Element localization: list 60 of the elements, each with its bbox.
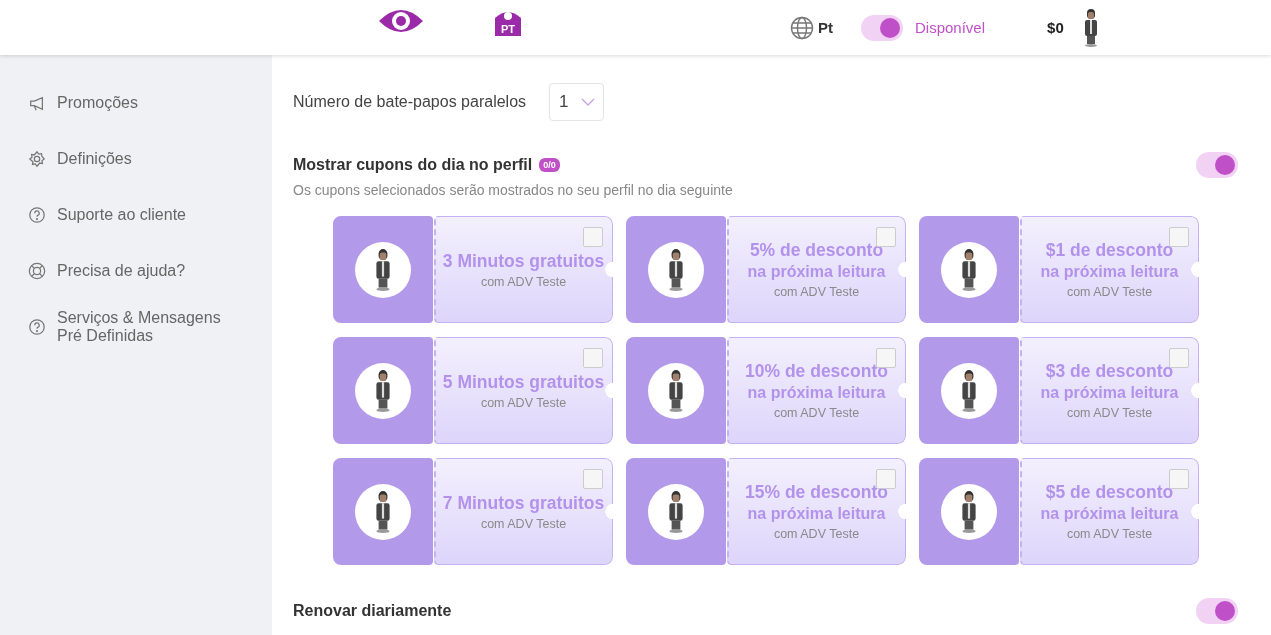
count-badge: 0/0 xyxy=(539,158,560,172)
coupon-card[interactable]: 15% de desconto na próxima leitura com ADV Teste xyxy=(726,458,906,565)
chevron-down-icon xyxy=(580,98,595,106)
toggle-switch[interactable] xyxy=(1196,598,1238,624)
balance-label: $0 xyxy=(1047,19,1064,36)
checkbox[interactable] xyxy=(582,469,603,489)
megaphone-icon xyxy=(28,94,46,112)
coupon-detail: na próxima leitura xyxy=(1040,383,1179,403)
sidebar-item[interactable]: Suporte ao cliente xyxy=(0,187,272,243)
coupon-detail: na próxima leitura xyxy=(747,262,886,282)
coupon-subtitle: com ADV Teste xyxy=(480,274,567,289)
coupon-card[interactable]: 5 Minutos gratuitos com ADV Teste xyxy=(433,337,613,444)
coupon-title: 7 Minutos gratuitos xyxy=(442,492,605,514)
coupon-card[interactable]: $5 de desconto na próxima leitura com ADV Teste xyxy=(1019,458,1199,565)
coupon-title: 10% de desconto xyxy=(745,361,888,382)
coupon-detail: na próxima leitura xyxy=(747,504,886,524)
toggle-switch[interactable] xyxy=(1196,152,1238,178)
checkbox[interactable] xyxy=(582,227,603,247)
coupon-title: $3 de desconto xyxy=(1045,361,1174,382)
coupon-card[interactable]: 3 Minutos gratuitos com ADV Teste xyxy=(433,216,613,323)
coupon-card[interactable]: 5% de desconto na próxima leitura com ADV Teste xyxy=(726,216,906,323)
coupon-detail: na próxima leitura xyxy=(747,383,886,403)
sidebar-item[interactable]: Precisa de ajuda? xyxy=(0,243,272,299)
help-icon xyxy=(28,206,46,224)
help-icon xyxy=(28,318,46,336)
sidebar-item[interactable]: Promoções xyxy=(0,75,272,131)
field-label: Número de bate-papos paralelos xyxy=(293,93,527,111)
coupon-subtitle: com ADV Teste xyxy=(773,285,860,299)
number-dropdown[interactable]: 1 xyxy=(549,83,604,121)
coupon-subtitle: com ADV Teste xyxy=(1066,406,1153,420)
section-title: Renovar diariamente xyxy=(293,602,452,620)
sidebar-item[interactable]: Serviços & Mensagens Pré Definidas xyxy=(0,299,272,355)
settings-icon xyxy=(28,150,46,168)
coupon-subtitle: com ADV Teste xyxy=(1066,285,1153,299)
coupon-title: $5 de desconto xyxy=(1045,482,1174,503)
coupon-title: 5 Minutos gratuitos xyxy=(442,371,605,393)
coupon-title: $1 de desconto xyxy=(1045,240,1174,261)
coupon-title: 15% de desconto xyxy=(745,482,888,503)
globe-icon[interactable] xyxy=(790,15,814,40)
language-label[interactable]: Pt xyxy=(818,19,833,36)
lifebuoy-icon xyxy=(28,262,46,280)
coupon-card[interactable]: 7 Minutos gratuitos com ADV Teste xyxy=(433,458,613,565)
coupon-subtitle: com ADV Teste xyxy=(1066,527,1153,541)
section-description: Os cupons selecionados serão mostrados no seu perfil no dia seguinte xyxy=(293,182,734,198)
coupon-subtitle: com ADV Teste xyxy=(480,395,567,410)
section-title: Mostrar cupons do dia no perfil xyxy=(293,156,533,174)
coupon-card[interactable]: $3 de desconto na próxima leitura com ADV Teste xyxy=(1019,337,1199,444)
coupon-title: 5% de desconto xyxy=(749,240,884,261)
checkbox[interactable] xyxy=(582,348,603,368)
coupon-detail: na próxima leitura xyxy=(1040,262,1179,282)
coupon-title: 3 Minutos gratuitos xyxy=(442,250,605,272)
coupon-subtitle: com ADV Teste xyxy=(480,516,567,531)
coupon-subtitle: com ADV Teste xyxy=(773,527,860,541)
status-label: Disponível xyxy=(915,19,986,36)
coupon-subtitle: com ADV Teste xyxy=(773,406,860,420)
coupon-card[interactable]: 10% de desconto na próxima leitura com ADV Teste xyxy=(726,337,906,444)
coupon-card[interactable]: $1 de desconto na próxima leitura com ADV Teste xyxy=(1019,216,1199,323)
toggle-switch[interactable] xyxy=(861,14,903,41)
sidebar-item[interactable]: Definições xyxy=(0,131,272,187)
coupon-detail: na próxima leitura xyxy=(1040,504,1179,524)
